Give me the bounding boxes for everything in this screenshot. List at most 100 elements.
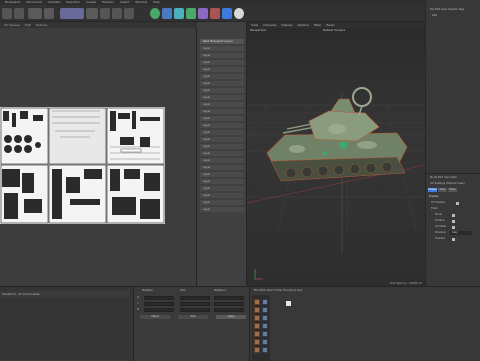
tab-display[interactable]: Display (428, 188, 437, 192)
scene-icon[interactable] (210, 8, 220, 19)
layer-row[interactable]: Layer (200, 67, 244, 72)
layer-row[interactable]: Layer (200, 88, 244, 93)
render-icon[interactable] (124, 8, 134, 19)
render-icon[interactable] (100, 8, 110, 19)
layer-row[interactable]: Layer (200, 60, 244, 65)
tab-view[interactable]: View (438, 188, 447, 192)
layer-row[interactable]: Layer (200, 137, 244, 142)
menu-item[interactable]: Help (153, 0, 160, 4)
menu-item[interactable]: Objects (448, 8, 458, 11)
layer-row[interactable]: Layer (200, 81, 244, 86)
move-icon[interactable] (44, 8, 54, 19)
menu-item[interactable]: Select (120, 0, 129, 4)
menu-item[interactable]: Display (281, 23, 292, 27)
layer-row[interactable]: Layer (200, 193, 244, 198)
rot-p-field[interactable] (214, 302, 244, 306)
menu-item[interactable]: Modeler (102, 0, 114, 4)
menu-item[interactable]: Key (297, 288, 302, 292)
subdivision-icon[interactable] (174, 8, 184, 19)
render-icon[interactable] (112, 8, 122, 19)
menu-item[interactable]: Cameras (263, 23, 276, 27)
layer-row[interactable]: Layer (200, 123, 244, 128)
checkbox[interactable] (452, 226, 455, 229)
layer-row[interactable]: Layer (200, 186, 244, 191)
3d-viewport[interactable]: Grid Spacing : 10000 cm (247, 33, 425, 286)
menu-item[interactable]: Panel (326, 23, 334, 27)
menu-item[interactable]: File (430, 8, 434, 11)
rot-b-field[interactable] (214, 308, 244, 312)
undo-icon[interactable] (2, 8, 12, 19)
rot-h-field[interactable] (214, 296, 244, 300)
layer-row[interactable]: Layer (200, 46, 244, 51)
live-select-icon[interactable] (28, 8, 42, 19)
layer-row[interactable]: Layer (200, 53, 244, 58)
layer-row[interactable]: Layer (200, 109, 244, 114)
tab-tools[interactable]: Tools (448, 188, 457, 192)
menu-item[interactable]: Mode (430, 176, 437, 179)
layer-row[interactable]: Layer (200, 102, 244, 107)
layer-row[interactable]: Layer (200, 172, 244, 177)
checkbox[interactable] (452, 238, 455, 241)
layer-row[interactable]: Layer (200, 130, 244, 135)
size-dropdown[interactable]: Size (178, 315, 208, 319)
menu-item[interactable]: Selection (66, 0, 80, 4)
menu-item[interactable]: Animate (48, 0, 61, 4)
layer-row[interactable]: Layer (200, 151, 244, 156)
menu-item[interactable]: View (251, 23, 258, 27)
layer-row[interactable]: Layer (200, 95, 244, 100)
deformer-icon[interactable] (198, 8, 208, 19)
object-item[interactable]: ZSU (432, 14, 437, 18)
shading-dropdown[interactable]: Grey (450, 231, 472, 235)
menu-item[interactable]: UV Spaces (4, 23, 20, 27)
camera-icon[interactable] (222, 8, 232, 19)
menu-item[interactable]: Functions (283, 288, 296, 292)
menu-item[interactable]: Options (297, 23, 309, 27)
checkbox[interactable] (456, 202, 459, 205)
apply-button[interactable]: Apply (216, 315, 246, 319)
tab-transform[interactable]: Transform (2, 292, 16, 296)
menu-item[interactable]: Options (36, 23, 48, 27)
layer-row[interactable]: Layer (200, 158, 244, 163)
checkbox[interactable] (452, 214, 455, 217)
layer-row[interactable]: Layer (200, 207, 244, 212)
layer-row[interactable]: Layer (200, 74, 244, 79)
layer-row[interactable]: Layer (200, 200, 244, 205)
layer-row[interactable]: Layer (200, 116, 244, 121)
pos-x-field[interactable] (144, 296, 174, 300)
pos-y-field[interactable] (144, 302, 174, 306)
menu-item[interactable]: User Data (444, 176, 457, 179)
menu-item[interactable]: Tags (459, 8, 465, 11)
size-x-field[interactable] (180, 296, 210, 300)
menu-item[interactable]: Bodypaint (5, 0, 20, 4)
cloner-icon[interactable] (186, 8, 196, 19)
size-y-field[interactable] (180, 302, 210, 306)
size-z-field[interactable] (180, 308, 210, 312)
playhead-marker[interactable] (286, 301, 291, 306)
rotate-icon[interactable] (86, 8, 98, 19)
menu-item[interactable]: Document (26, 0, 42, 4)
checkbox[interactable] (452, 220, 455, 223)
menu-item[interactable]: Edit (260, 288, 265, 292)
pos-z-field[interactable] (144, 308, 174, 312)
tab-uv-coordinates[interactable]: UV Coordinates (18, 292, 40, 296)
uv-viewport[interactable] (0, 28, 197, 286)
layer-row[interactable]: Layer (200, 144, 244, 149)
menu-item[interactable]: Frame (273, 288, 282, 292)
menu-item[interactable]: Edit (435, 8, 440, 11)
layer-row[interactable]: Layer (200, 165, 244, 170)
menu-item[interactable]: Edit (438, 176, 443, 179)
redo-icon[interactable] (14, 8, 24, 19)
menu-item[interactable]: File (254, 288, 259, 292)
menu-item[interactable]: View (266, 288, 273, 292)
menu-item[interactable]: Create (86, 0, 96, 4)
menu-item[interactable]: Window (135, 0, 147, 4)
pen-icon[interactable] (162, 8, 172, 19)
layer-row[interactable]: Layer (200, 179, 244, 184)
light-icon[interactable] (234, 8, 244, 19)
scale-icon[interactable] (60, 8, 84, 19)
cube-icon[interactable] (150, 8, 160, 19)
object-dropdown[interactable]: Object (140, 315, 170, 319)
menu-item[interactable]: Edit (25, 23, 31, 27)
menu-item[interactable]: Filter (314, 23, 321, 27)
menu-item[interactable]: View (441, 8, 447, 11)
